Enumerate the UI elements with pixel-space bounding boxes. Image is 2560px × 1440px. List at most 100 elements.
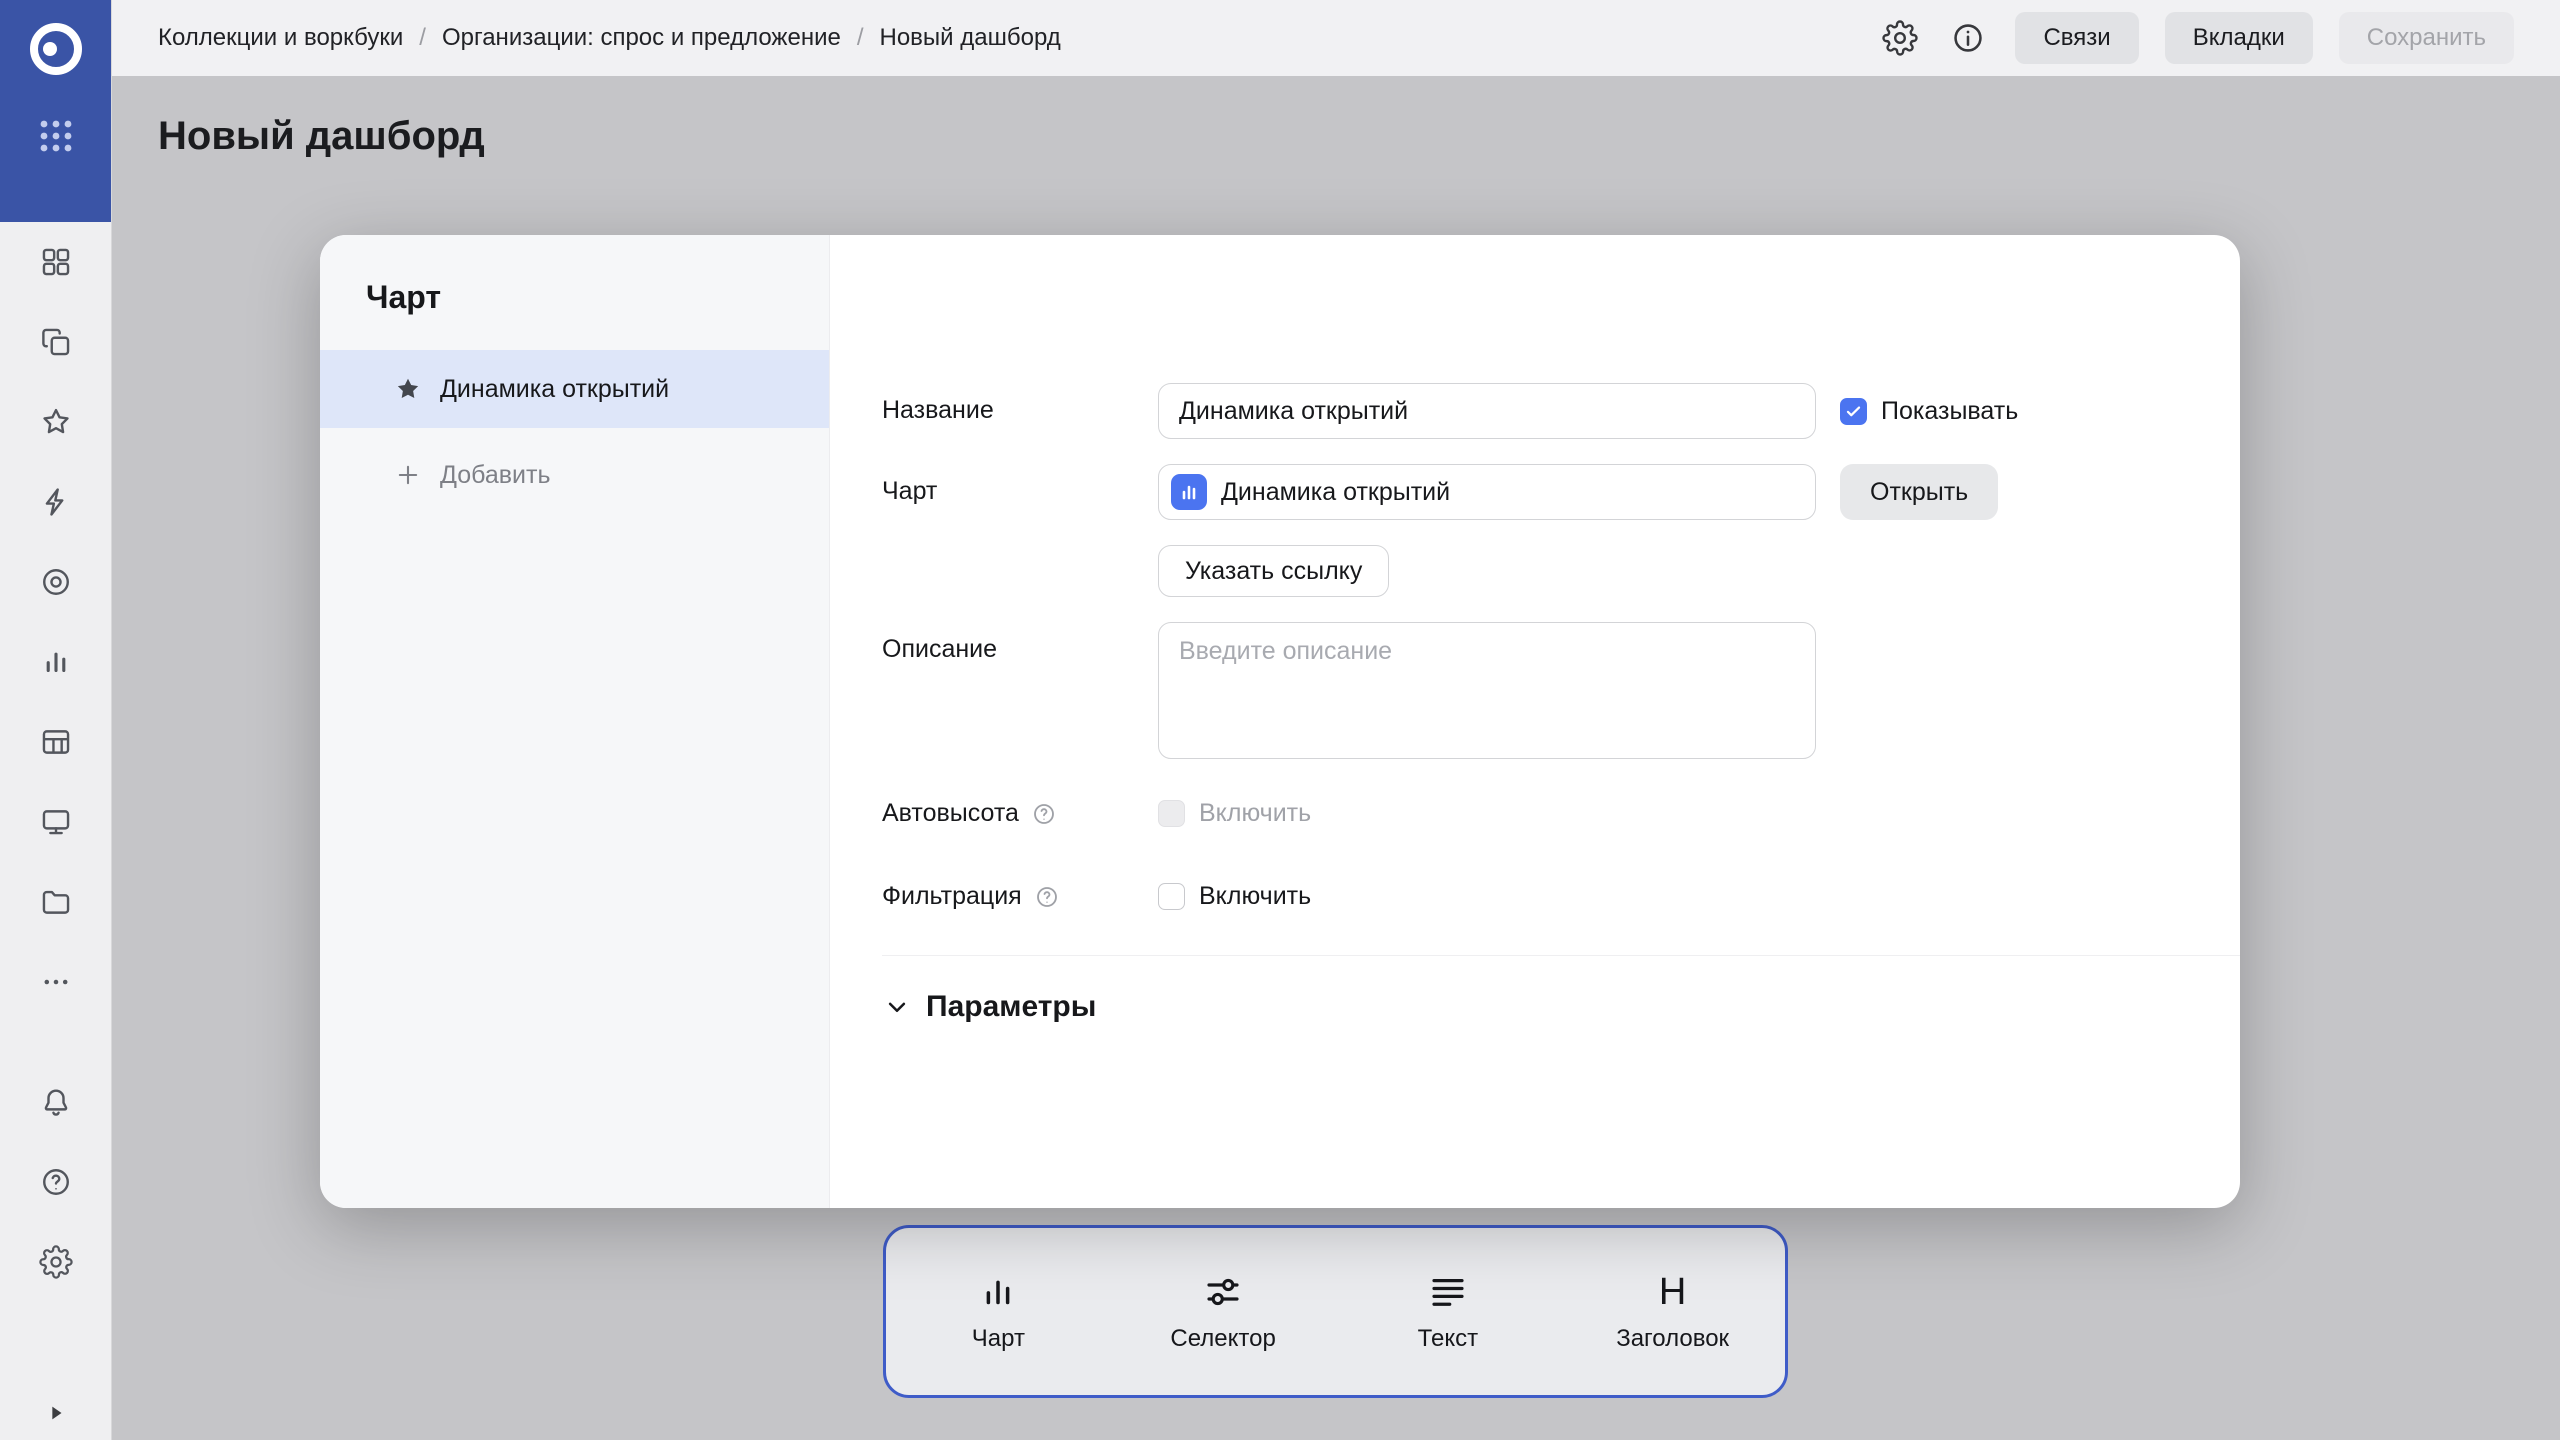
sidebar-item-services[interactable] [0, 222, 112, 302]
breadcrumb-separator: / [857, 24, 864, 52]
link-row: Указать ссылку [882, 545, 2240, 597]
autoheight-checkbox-label: Включить [1199, 799, 1311, 828]
breadcrumb: Коллекции и воркбуки / Организации: спро… [158, 24, 1061, 52]
top-actions: Связи Вкладки Сохранить [1879, 12, 2514, 64]
sidebar-item-charts[interactable] [0, 622, 112, 702]
gear-icon [39, 1245, 73, 1279]
dialog-tab-label: Динамика открытий [440, 375, 669, 404]
sliders-icon [1202, 1271, 1244, 1313]
toolbar-item-label: Селектор [1170, 1325, 1275, 1353]
autoheight-row: Автовысота Включить [882, 799, 2240, 828]
table-icon [39, 725, 73, 759]
breadcrumb-collections[interactable]: Коллекции и воркбуки [158, 24, 403, 52]
chart-select-field[interactable]: Динамика открытий [1158, 464, 1816, 520]
sidebar-nav-main [0, 222, 111, 1022]
filtering-row: Фильтрация Включить [882, 882, 2240, 911]
filtering-label-text: Фильтрация [882, 882, 1022, 911]
chart-type-icon [1171, 474, 1207, 510]
bar-chart-icon [977, 1271, 1019, 1313]
description-row: Описание [882, 622, 2240, 759]
toolbar-item-label: Текст [1418, 1325, 1478, 1353]
parameters-section-title: Параметры [926, 990, 1096, 1024]
tabs-button[interactable]: Вкладки [2165, 12, 2313, 64]
sidebar-item-collections[interactable] [0, 302, 112, 382]
show-checkbox-label: Показывать [1881, 397, 2018, 426]
toolbar-item-text[interactable]: Текст [1336, 1271, 1561, 1353]
dialog-form: Название Показывать Чарт [830, 235, 2240, 1208]
chart-label-text: Чарт [882, 477, 937, 506]
sidebar-item-help[interactable] [0, 1142, 112, 1222]
text-lines-icon [1427, 1271, 1469, 1313]
datalens-logo[interactable] [23, 16, 89, 82]
filtering-checkbox[interactable] [1158, 883, 1185, 910]
chart-row: Чарт Динамика открытий Открыть [882, 464, 2240, 520]
toolbar-item-chart[interactable]: Чарт [886, 1271, 1111, 1353]
top-bar: Коллекции и воркбуки / Организации: спро… [112, 0, 2560, 76]
name-label: Название [882, 383, 1158, 439]
sidebar-item-files[interactable] [0, 862, 112, 942]
dialog-tab-item[interactable]: Динамика открытий [320, 350, 829, 428]
apps-grid-icon[interactable] [36, 116, 76, 156]
name-row: Название Показывать [882, 383, 2240, 439]
dashboard-info-button[interactable] [1947, 17, 1989, 59]
dialog-add-tab-label: Добавить [440, 461, 551, 490]
page-title: Новый дашборд [158, 114, 485, 159]
bar-chart-icon [39, 645, 73, 679]
dashboard-settings-button[interactable] [1879, 17, 1921, 59]
sidebar-item-quick-actions[interactable] [0, 462, 112, 542]
filtering-checkbox-label: Включить [1199, 882, 1311, 911]
datalens-logo-icon [23, 16, 89, 82]
description-label-text: Описание [882, 635, 997, 664]
sidebar-logo-block [0, 0, 111, 222]
bell-icon [39, 1085, 73, 1119]
star-filled-icon [394, 375, 422, 403]
play-icon [45, 1402, 67, 1424]
dialog-title: Чарт [366, 279, 829, 316]
star-icon [39, 405, 73, 439]
chart-label: Чарт [882, 464, 1158, 520]
name-label-text: Название [882, 396, 994, 425]
grid-icon [39, 245, 73, 279]
sidebar-item-favorites[interactable] [0, 382, 112, 462]
description-textarea[interactable] [1158, 622, 1816, 759]
parameters-section-toggle[interactable]: Параметры [882, 955, 2240, 1024]
show-checkbox-group: Показывать [1840, 383, 2018, 439]
sidebar-item-monitoring[interactable] [0, 542, 112, 622]
specify-link-button[interactable]: Указать ссылку [1158, 545, 1389, 597]
help-icon [39, 1165, 73, 1199]
info-icon [1950, 20, 1986, 56]
sidebar-nav-bottom [0, 1062, 111, 1302]
target-icon [39, 565, 73, 599]
breadcrumb-workbook[interactable]: Организации: спрос и предложение [442, 24, 841, 52]
name-input[interactable] [1158, 383, 1816, 439]
toolbar-item-selector[interactable]: Селектор [1111, 1271, 1336, 1353]
dialog-add-tab-button[interactable]: Добавить [320, 436, 829, 514]
show-checkbox[interactable] [1840, 398, 1867, 425]
open-chart-button[interactable]: Открыть [1840, 464, 1998, 520]
heading-icon: H [1659, 1271, 1686, 1313]
breadcrumb-current: Новый дашборд [880, 24, 1061, 52]
collections-icon [39, 325, 73, 359]
sidebar-expand-button[interactable] [0, 1394, 112, 1432]
plus-icon [394, 461, 422, 489]
dialog-tabs-panel: Чарт Динамика открытий Добавить [320, 235, 830, 1208]
sidebar-item-dashboards[interactable] [0, 782, 112, 862]
folder-icon [39, 885, 73, 919]
sidebar-item-more[interactable] [0, 942, 112, 1022]
connections-button[interactable]: Связи [2015, 12, 2138, 64]
chart-select-value: Динамика открытий [1221, 478, 1450, 507]
sidebar-item-notifications[interactable] [0, 1062, 112, 1142]
filtering-help-icon[interactable] [1034, 884, 1060, 910]
autoheight-help-icon[interactable] [1031, 801, 1057, 827]
filtering-label: Фильтрация [882, 882, 1158, 911]
autoheight-label: Автовысота [882, 799, 1158, 828]
toolbar-item-heading[interactable]: H Заголовок [1560, 1271, 1785, 1353]
app-sidebar [0, 0, 112, 1440]
save-button[interactable]: Сохранить [2339, 12, 2514, 64]
sidebar-item-tables[interactable] [0, 702, 112, 782]
lightning-icon [39, 485, 73, 519]
check-icon [1844, 402, 1863, 421]
autoheight-label-text: Автовысота [882, 799, 1019, 828]
sidebar-item-settings[interactable] [0, 1222, 112, 1302]
ellipsis-icon [39, 965, 73, 999]
